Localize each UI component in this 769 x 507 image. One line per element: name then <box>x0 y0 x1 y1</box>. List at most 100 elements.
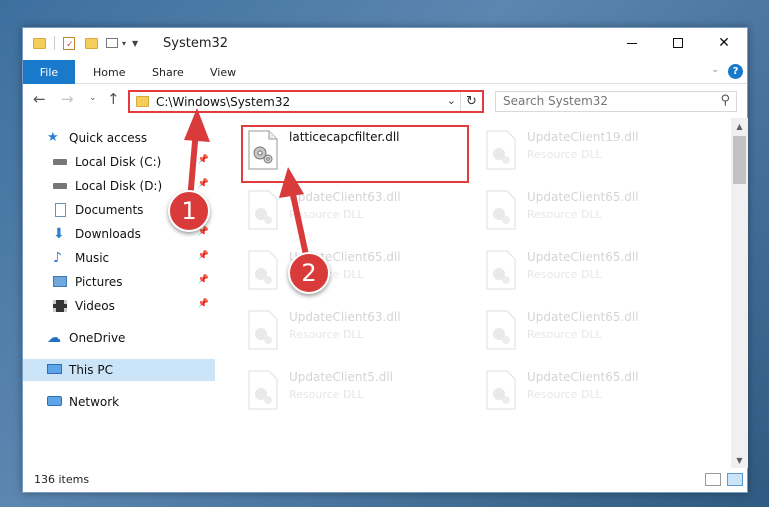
minimize-button[interactable] <box>609 28 655 58</box>
sidebar-item-videos[interactable]: Videos 📌 <box>23 295 215 317</box>
sidebar-item-label: Network <box>69 395 120 409</box>
sidebar-item-music[interactable]: ♪ Music 📌 <box>23 247 215 269</box>
pin-icon[interactable]: 📌 <box>198 299 209 309</box>
divider <box>54 36 55 50</box>
new-folder-icon[interactable] <box>85 37 98 49</box>
sidebar-item-network[interactable]: Network <box>23 391 215 413</box>
up-button[interactable]: ↑ <box>107 90 120 108</box>
search-icon[interactable]: ⚲ <box>720 93 730 108</box>
file-item[interactable]: UpdateClient63.dll Resource DLL <box>243 304 463 354</box>
dll-file-icon <box>248 370 278 410</box>
download-icon: ⬇ <box>53 226 65 242</box>
dropdown-icon[interactable]: ▼ <box>132 39 138 48</box>
sidebar-item-this-pc[interactable]: This PC <box>23 359 215 381</box>
cloud-icon: ☁ <box>47 330 61 346</box>
customize-icon[interactable] <box>106 38 118 48</box>
tab-home[interactable]: Home <box>93 60 125 84</box>
file-type: Resource DLL <box>527 328 602 341</box>
drive-icon <box>53 179 69 193</box>
search-box[interactable]: ⚲ <box>495 91 737 112</box>
dll-file-icon <box>486 370 516 410</box>
file-item[interactable]: UpdateClient65.dll Resource DLL <box>243 244 463 294</box>
drive-icon <box>53 155 69 169</box>
scroll-thumb[interactable] <box>733 136 746 184</box>
item-count: 136 items <box>34 473 90 486</box>
tab-file[interactable]: File <box>23 60 75 84</box>
search-input[interactable] <box>503 94 703 108</box>
pin-icon[interactable]: 📌 <box>198 155 209 165</box>
file-type: Resource DLL <box>527 388 602 401</box>
sidebar-item-label: Downloads <box>75 227 141 241</box>
address-dropdown-icon[interactable]: ⌄ <box>447 94 456 107</box>
sidebar-item-quick-access[interactable]: ★ Quick access <box>23 127 215 149</box>
sidebar-item-local-disk-c[interactable]: Local Disk (C:) 📌 <box>23 151 215 173</box>
file-item[interactable]: UpdateClient65.dll Resource DLL <box>481 184 701 234</box>
sidebar-item-label: OneDrive <box>69 331 126 345</box>
chevron-down-icon[interactable]: ▾ <box>122 39 126 48</box>
minimize-icon <box>627 42 637 44</box>
help-icon[interactable]: ? <box>728 64 743 79</box>
pin-icon[interactable]: 📌 <box>198 179 209 189</box>
file-highlight-box <box>241 125 469 183</box>
file-name: UpdateClient65.dll <box>527 310 639 324</box>
file-name: UpdateClient5.dll <box>289 370 393 384</box>
sidebar-item-label: This PC <box>69 363 113 377</box>
file-item[interactable]: UpdateClient65.dll Resource DLL <box>481 244 701 294</box>
file-item[interactable]: UpdateClient65.dll Resource DLL <box>481 304 701 354</box>
tab-share[interactable]: Share <box>152 60 184 84</box>
pin-icon[interactable]: 📌 <box>198 275 209 285</box>
dll-file-icon <box>248 310 278 350</box>
recent-locations-button[interactable]: ⌄ <box>89 93 97 103</box>
folder-icon <box>136 96 149 107</box>
sidebar-item-label: Videos <box>75 299 115 313</box>
folder-icon <box>33 37 46 49</box>
scroll-up-arrow-icon[interactable]: ▲ <box>731 118 748 134</box>
file-item[interactable]: UpdateClient63.dll Resource DLL <box>243 184 463 234</box>
details-view-icon[interactable] <box>705 473 721 486</box>
file-name: UpdateClient19.dll <box>527 130 639 144</box>
file-type: Resource DLL <box>527 208 602 221</box>
dll-file-icon <box>486 310 516 350</box>
tab-view[interactable]: View <box>210 60 236 84</box>
forward-button[interactable]: → <box>61 90 74 108</box>
file-item[interactable]: UpdateClient19.dll Resource DLL <box>481 124 701 174</box>
file-item[interactable]: UpdateClient65.dll Resource DLL <box>481 364 701 414</box>
file-type: Resource DLL <box>289 328 364 341</box>
computer-icon <box>47 363 63 377</box>
close-button[interactable]: ✕ <box>701 28 747 58</box>
dll-file-icon <box>486 250 516 290</box>
pin-icon[interactable]: 📌 <box>198 251 209 261</box>
navigation-bar: ← → ⌄ ↑ C:\Windows\System32 ⌄ ↻ ⚲ <box>23 84 747 116</box>
refresh-icon: ↻ <box>466 94 477 109</box>
expand-ribbon-icon[interactable]: ⌄ <box>711 65 719 75</box>
explorer-window: ✓ ▾ ▼ System32 ✕ File Home Share View ⌄ … <box>22 27 748 493</box>
address-bar[interactable]: C:\Windows\System32 ⌄ ↻ <box>128 90 484 113</box>
title-bar: ✓ ▾ ▼ System32 ✕ <box>23 28 747 60</box>
file-type: Resource DLL <box>289 388 364 401</box>
annotation-step-2: 2 <box>288 252 330 294</box>
music-icon: ♪ <box>53 250 62 266</box>
file-name: UpdateClient65.dll <box>527 190 639 204</box>
star-icon: ★ <box>47 130 59 145</box>
file-type: Resource DLL <box>527 268 602 281</box>
network-icon <box>47 395 63 409</box>
sidebar-item-pictures[interactable]: Pictures 📌 <box>23 271 215 293</box>
back-button[interactable]: ← <box>33 90 46 108</box>
maximize-button[interactable] <box>655 28 701 58</box>
maximize-icon <box>673 38 683 48</box>
large-icons-view-icon[interactable] <box>727 473 743 486</box>
refresh-button[interactable]: ↻ <box>460 92 482 111</box>
dll-file-icon <box>486 190 516 230</box>
scroll-down-arrow-icon[interactable]: ▼ <box>731 452 748 468</box>
sidebar-item-label: Local Disk (D:) <box>75 179 163 193</box>
properties-icon[interactable]: ✓ <box>63 36 75 50</box>
close-icon: ✕ <box>718 35 730 51</box>
annotation-step-1: 1 <box>168 190 210 232</box>
vertical-scrollbar[interactable]: ▲ ▼ <box>731 118 748 468</box>
file-item[interactable]: UpdateClient5.dll Resource DLL <box>243 364 463 414</box>
address-text[interactable]: C:\Windows\System32 <box>156 95 290 109</box>
status-bar: 136 items <box>23 468 747 492</box>
up-arrow-icon: ↑ <box>107 90 120 108</box>
sidebar-item-label: Music <box>75 251 110 265</box>
sidebar-item-onedrive[interactable]: ☁ OneDrive <box>23 327 215 349</box>
